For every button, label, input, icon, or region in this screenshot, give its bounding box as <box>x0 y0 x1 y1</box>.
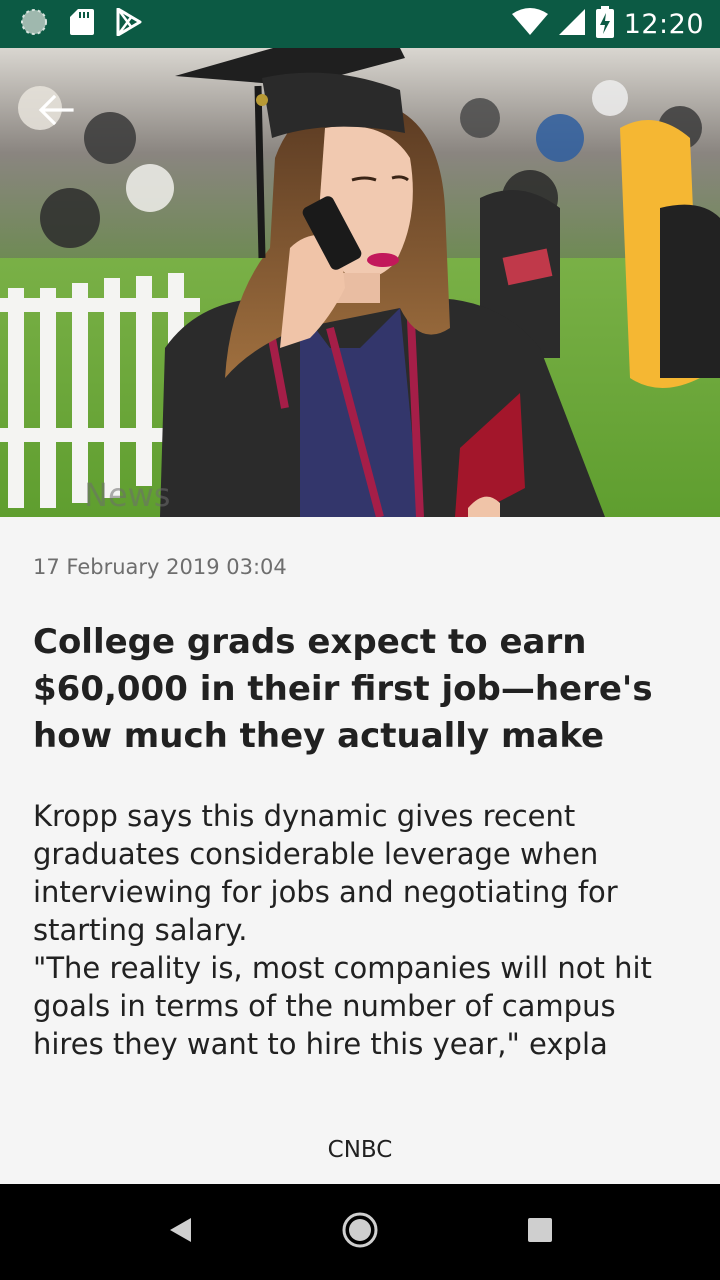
play-store-icon <box>116 7 142 40</box>
recents-square-icon <box>527 1217 553 1247</box>
article-body: Kropp says this dynamic gives recent gra… <box>33 799 652 1061</box>
navigation-bar <box>0 1184 720 1280</box>
nav-recents-button[interactable] <box>516 1208 564 1256</box>
nav-back-button[interactable] <box>156 1208 204 1256</box>
hero-image: News <box>0 48 720 517</box>
sync-icon <box>20 8 48 40</box>
sd-card-icon <box>70 8 94 40</box>
article-headline: College grads expect to earn $60,000 in … <box>33 622 653 756</box>
nav-home-button[interactable] <box>336 1208 384 1256</box>
status-clock: 12:20 <box>623 8 704 40</box>
arrow-back-icon <box>38 94 74 126</box>
article-date: 17 February 2019 03:04 <box>33 555 287 579</box>
home-circle-icon <box>340 1210 380 1254</box>
back-triangle-icon <box>167 1216 193 1248</box>
battery-charging-icon <box>595 6 614 42</box>
back-button[interactable] <box>26 80 86 140</box>
wifi-icon <box>511 8 548 40</box>
watermark-text: News <box>84 476 171 514</box>
article-source[interactable]: CNBC <box>0 1137 720 1163</box>
signal-icon <box>558 8 586 40</box>
graduation-photo <box>0 48 720 517</box>
status-bar: 12:20 <box>0 0 720 48</box>
article: 17 February 2019 03:04 College grads exp… <box>0 517 720 1184</box>
